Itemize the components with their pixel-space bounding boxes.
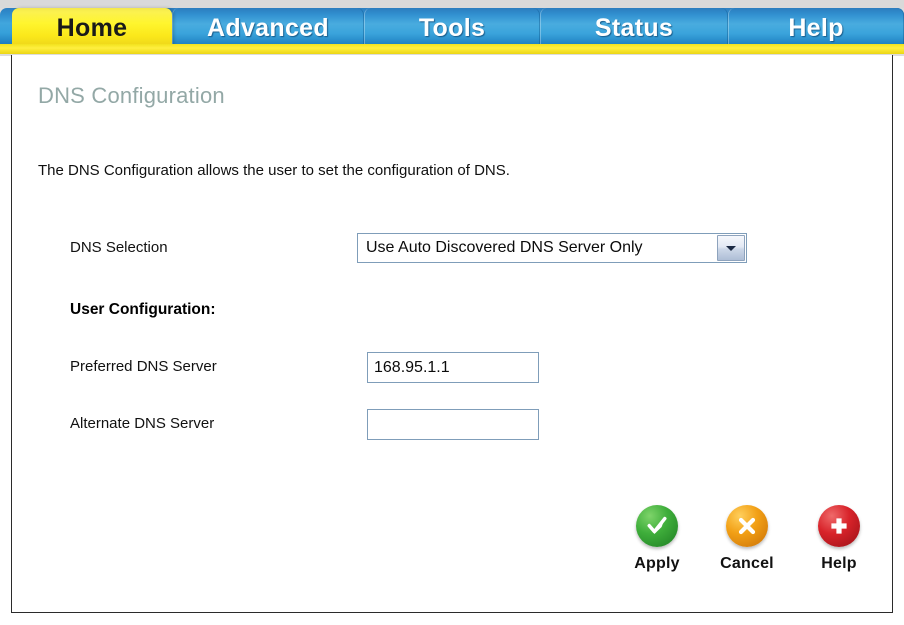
alternate-dns-label: Alternate DNS Server — [70, 415, 215, 432]
chevron-down-glyph — [726, 245, 736, 251]
alternate-dns-input[interactable] — [367, 409, 539, 440]
preferred-dns-label: Preferred DNS Server — [70, 358, 217, 375]
apply-button-label: Apply — [634, 555, 680, 572]
tab-advanced-label: Advanced — [207, 13, 329, 42]
dns-selection-select[interactable]: Use Auto Discovered DNS Server Only — [357, 233, 747, 263]
tab-tools[interactable]: Tools — [364, 8, 540, 48]
x-circle-icon — [726, 505, 768, 547]
tab-tools-label: Tools — [418, 13, 486, 42]
preferred-dns-row: Preferred DNS Server 168.95.1.1 — [12, 352, 892, 383]
page-description: The DNS Configuration allows the user to… — [38, 162, 510, 179]
check-circle-icon — [636, 505, 678, 547]
tabbar-underline — [0, 44, 904, 54]
tab-help[interactable]: Help — [728, 8, 904, 48]
tab-status[interactable]: Status — [540, 8, 728, 48]
tab-home[interactable]: Home — [12, 8, 172, 48]
user-configuration-heading: User Configuration: — [70, 301, 216, 318]
content-panel: DNS Configuration The DNS Configuration … — [11, 55, 893, 613]
cancel-button-label: Cancel — [720, 555, 774, 572]
main-navigation-tabs: Advanced Tools Status Help Home — [0, 0, 904, 56]
plus-circle-icon — [818, 505, 860, 547]
chevron-down-icon[interactable] — [717, 235, 745, 261]
alternate-dns-row: Alternate DNS Server — [12, 409, 892, 440]
page-title: DNS Configuration — [38, 83, 225, 108]
tab-status-label: Status — [594, 13, 674, 42]
tab-home-label: Home — [56, 13, 128, 42]
tab-advanced[interactable]: Advanced — [172, 8, 364, 48]
help-button[interactable]: Help — [798, 505, 880, 573]
router-admin-page: Advanced Tools Status Help Home DNS Conf… — [0, 0, 904, 625]
dns-selection-row: DNS Selection Use Auto Discovered DNS Se… — [12, 233, 892, 263]
help-button-label: Help — [821, 555, 857, 572]
tabbar-top-strip — [0, 0, 904, 8]
cancel-button[interactable]: Cancel — [706, 505, 788, 573]
dns-selection-label: DNS Selection — [70, 239, 168, 256]
tab-help-label: Help — [788, 13, 844, 42]
preferred-dns-input[interactable]: 168.95.1.1 — [367, 352, 539, 383]
apply-button[interactable]: Apply — [616, 505, 698, 573]
form-action-buttons: Apply Cancel Help — [616, 505, 866, 595]
dns-selection-value: Use Auto Discovered DNS Server Only — [366, 239, 643, 256]
